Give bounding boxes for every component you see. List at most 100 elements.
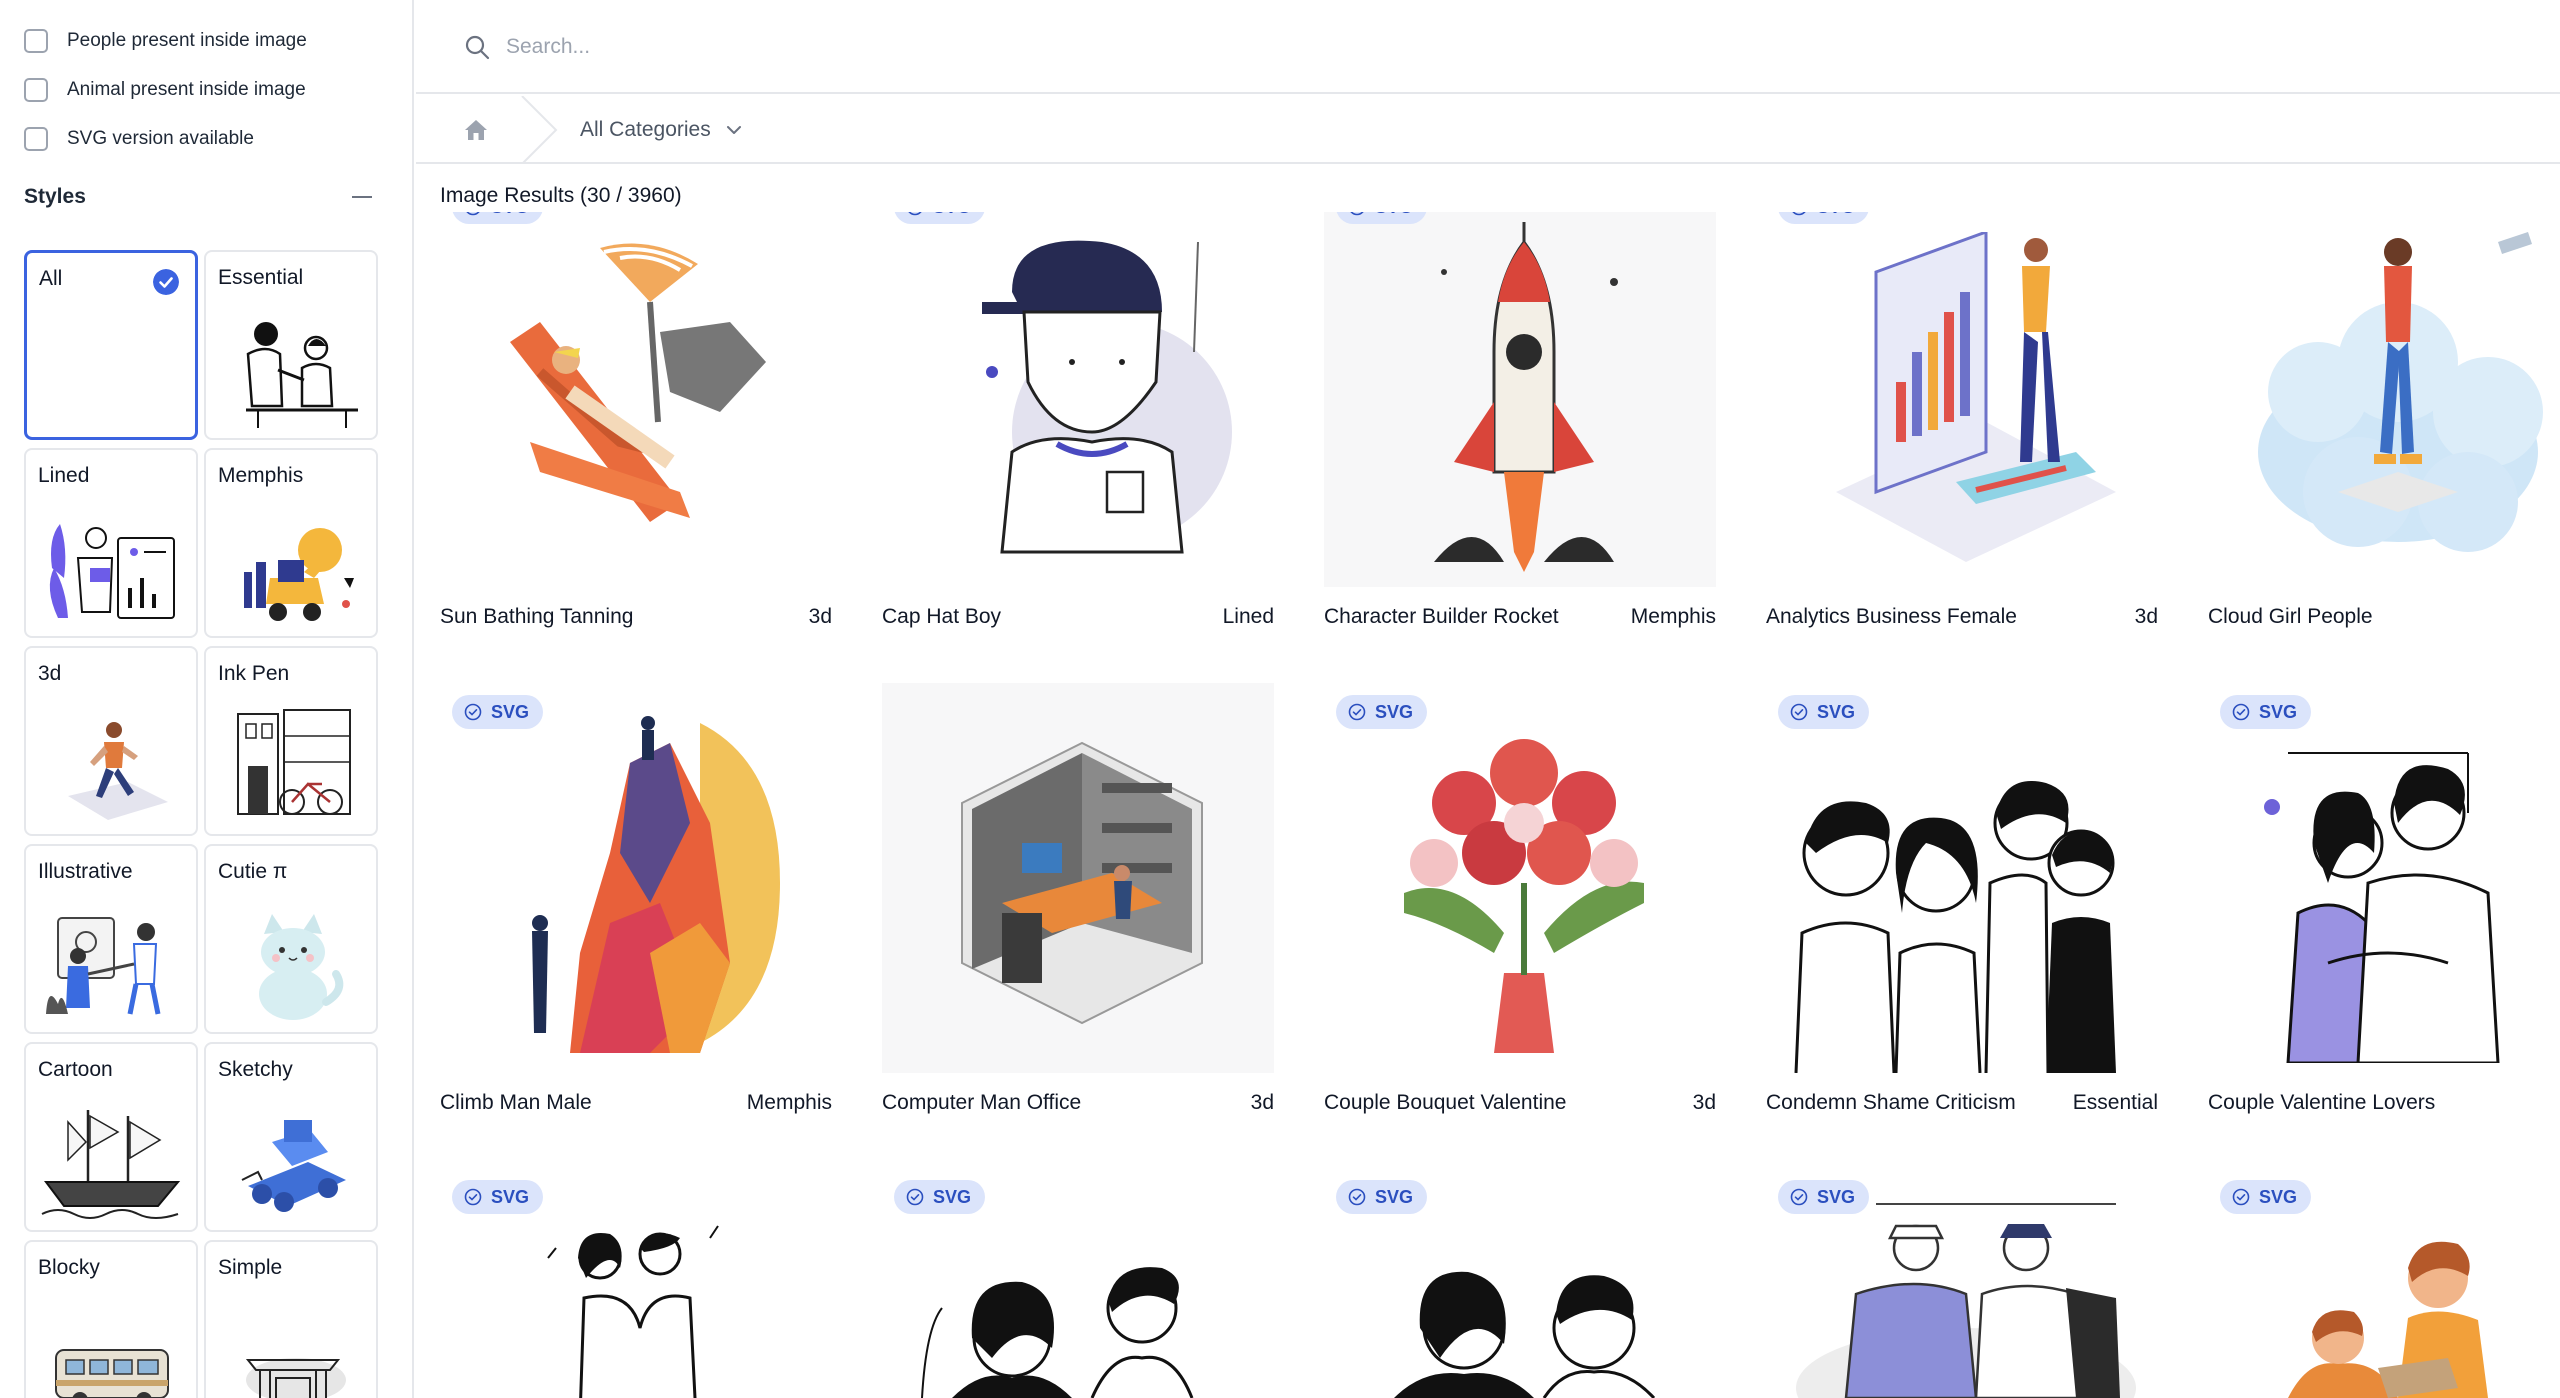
- card-image[interactable]: SVG: [1766, 212, 2158, 587]
- card-image[interactable]: SVG: [882, 1168, 1274, 1398]
- results-title: Image Results (30 / 3960): [440, 184, 682, 207]
- selected-check-icon: [153, 269, 179, 295]
- style-card-illustrative[interactable]: Illustrative: [24, 844, 198, 1034]
- card-title: Character Builder Rocket: [1324, 605, 1559, 628]
- result-card[interactable]: SVG Couple Valentine Lovers L: [2208, 683, 2560, 1123]
- style-name: Simple: [218, 1256, 283, 1279]
- badge-text: SVG: [1817, 701, 1856, 722]
- style-card-ink-pen[interactable]: Ink Pen: [204, 646, 378, 836]
- style-card-simple[interactable]: Simple: [204, 1240, 378, 1398]
- card-title: Sun Bathing Tanning: [440, 605, 634, 628]
- filter-people[interactable]: People present inside image: [24, 21, 307, 61]
- card-title: Cap Hat Boy: [882, 605, 1002, 628]
- card-image[interactable]: SVG: [1766, 683, 2158, 1073]
- result-card[interactable]: SVG Climb Man Male Memphis: [440, 683, 832, 1123]
- result-card[interactable]: Computer Man Office 3d: [882, 683, 1274, 1123]
- badge-text: SVG: [2259, 701, 2298, 722]
- couple-lovers-illustration-icon: [2264, 752, 2500, 1063]
- category-dropdown[interactable]: All Categories: [580, 114, 743, 146]
- card-title: Analytics Business Female: [1766, 605, 2017, 628]
- svg-badge: SVG: [1778, 695, 1870, 729]
- result-card[interactable]: SVG Cap Hat Boy Lined: [882, 212, 1274, 632]
- style-name: Ink Pen: [218, 662, 290, 685]
- search-bar: [416, 0, 2560, 94]
- rocket-illustration-icon: [1434, 222, 1618, 572]
- style-name: Lined: [38, 464, 90, 487]
- styles-header[interactable]: Styles: [24, 180, 374, 214]
- result-card[interactable]: Cloud Girl People: [2208, 212, 2560, 632]
- card-style[interactable]: Essential: [2073, 1091, 2158, 1115]
- card-image[interactable]: SVG: [2208, 683, 2560, 1073]
- couple-sketch-illustration-icon: [547, 1225, 719, 1398]
- result-card[interactable]: SVG Character Builder Rocket Memphis: [1324, 212, 1716, 632]
- style-card-essential[interactable]: Essential: [204, 250, 378, 440]
- style-card-cartoon[interactable]: Cartoon: [24, 1042, 198, 1232]
- filter-animal[interactable]: Animal present inside image: [24, 70, 306, 110]
- badge-check-icon: [2232, 703, 2250, 721]
- blocky-thumbnail-icon: [55, 1349, 169, 1398]
- people-checkbox[interactable]: [24, 29, 48, 53]
- card-style[interactable]: Memphis: [1631, 605, 1716, 629]
- card-image[interactable]: [882, 683, 1274, 1073]
- card-image[interactable]: SVG: [1324, 683, 1716, 1073]
- style-card-memphis[interactable]: Memphis: [204, 448, 378, 638]
- card-style[interactable]: 3d: [809, 605, 832, 629]
- home-icon[interactable]: [464, 118, 488, 142]
- style-card-cutie[interactable]: Cutie π: [204, 844, 378, 1034]
- style-card-3d[interactable]: 3d: [24, 646, 198, 836]
- result-card[interactable]: SVG: [882, 1168, 1274, 1398]
- style-card-all[interactable]: All: [24, 250, 198, 440]
- card-title: Computer Man Office: [882, 1091, 1082, 1114]
- badge-text: SVG: [933, 1186, 972, 1207]
- card-style[interactable]: 3d: [1693, 1091, 1716, 1115]
- result-card[interactable]: SVG Sun Bathing Tanning 3d: [440, 212, 832, 632]
- animal-checkbox[interactable]: [24, 78, 48, 102]
- cap-hat-boy-illustration-icon: [982, 240, 1232, 554]
- filter-svg[interactable]: SVG version available: [24, 119, 254, 159]
- card-image[interactable]: SVG: [440, 1168, 832, 1398]
- card-image[interactable]: SVG: [440, 683, 832, 1073]
- search-input[interactable]: [506, 28, 1306, 66]
- card-image[interactable]: SVG: [882, 212, 1274, 587]
- svg-checkbox[interactable]: [24, 127, 48, 151]
- card-image[interactable]: SVG: [2208, 1168, 2560, 1398]
- lined-thumbnail-icon: [49, 524, 175, 619]
- style-name: 3d: [38, 662, 62, 685]
- card-style[interactable]: Lined: [1223, 605, 1274, 629]
- style-name: Illustrative: [38, 860, 133, 883]
- result-card[interactable]: SVG Couple Bouquet Valentine 3d: [1324, 683, 1716, 1123]
- climb-man-illustration-icon: [532, 716, 780, 1053]
- result-card[interactable]: SVG Condemn Shame Criticism Essential: [1766, 683, 2158, 1123]
- card-image[interactable]: SVG: [1324, 212, 1716, 587]
- style-card-blocky[interactable]: Blocky: [24, 1240, 198, 1398]
- collapse-minus-icon[interactable]: [352, 196, 372, 198]
- styles-title: Styles: [24, 185, 86, 208]
- card-image[interactable]: SVG: [1324, 1168, 1716, 1398]
- analytics-illustration-icon: [1836, 232, 2116, 562]
- card-title: Climb Man Male: [440, 1091, 592, 1114]
- card-style[interactable]: 3d: [2135, 605, 2158, 629]
- badge-check-icon: [906, 1188, 924, 1206]
- result-card[interactable]: SVG: [1766, 1168, 2158, 1398]
- card-image[interactable]: [2208, 212, 2560, 587]
- result-card[interactable]: SVG: [1324, 1168, 1716, 1398]
- card-image[interactable]: SVG: [440, 212, 832, 587]
- result-card[interactable]: SVG: [440, 1168, 832, 1398]
- result-card[interactable]: SVG: [2208, 1168, 2560, 1398]
- card-title: Condemn Shame Criticism: [1766, 1091, 2016, 1114]
- card-title: Cloud Girl People: [2208, 605, 2373, 628]
- style-name: All: [39, 267, 63, 290]
- card-style[interactable]: Memphis: [747, 1091, 832, 1115]
- card-style[interactable]: 3d: [1251, 1091, 1274, 1115]
- badge-check-icon: [1348, 1188, 1366, 1206]
- filter-label: SVG version available: [67, 128, 254, 149]
- style-card-sketchy[interactable]: Sketchy: [204, 1042, 378, 1232]
- card-image[interactable]: SVG: [1766, 1168, 2158, 1398]
- style-card-lined[interactable]: Lined: [24, 448, 198, 638]
- badge-check-icon: [464, 1188, 482, 1206]
- couple-portrait-illustration-icon: [1394, 1271, 1656, 1398]
- kids-playing-illustration-icon: [2288, 1241, 2488, 1398]
- result-card[interactable]: SVG Analytics Business Female 3d: [1766, 212, 2158, 632]
- computer-office-illustration-icon: [961, 741, 1203, 1025]
- badge-text: SVG: [491, 1186, 530, 1207]
